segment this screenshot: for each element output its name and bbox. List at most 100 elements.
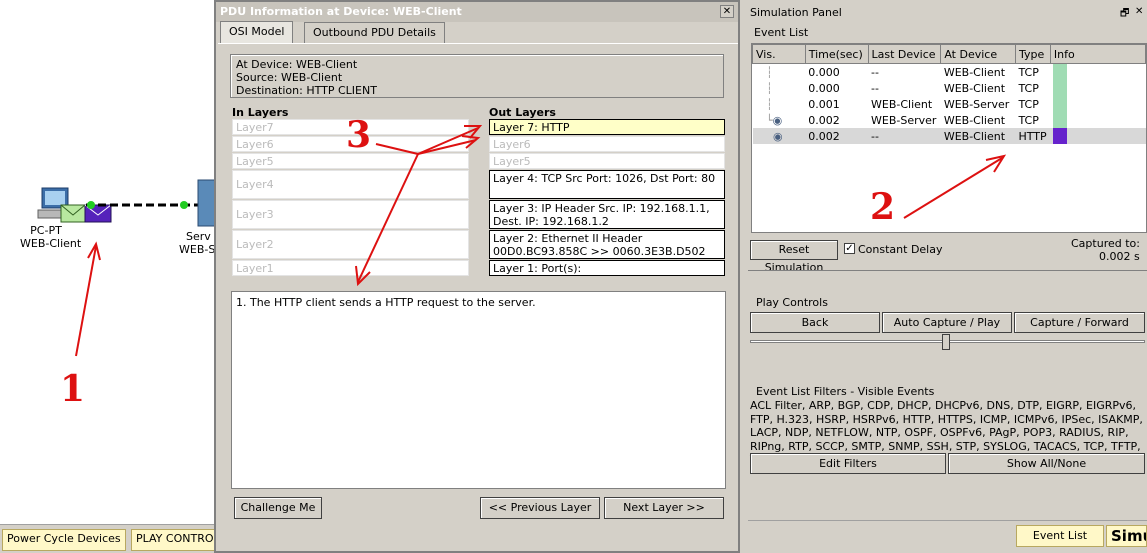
event-list-group-label: Event List (754, 26, 809, 39)
table-row[interactable]: ┆ 0.000 -- WEB-Client TCP (753, 80, 1146, 96)
in-layers-header: In Layers (232, 106, 289, 119)
out-layer-3[interactable]: Layer 3: IP Header Src. IP: 192.168.1.1,… (489, 200, 725, 229)
time-cell: 0.001 (808, 97, 840, 111)
device-info-box: At Device: WEB-Client Source: WEB-Client… (230, 54, 724, 98)
layer-description-box: 1. The HTTP client sends a HTTP request … (231, 291, 726, 489)
auto-capture-play-button[interactable]: Auto Capture / Play (882, 312, 1012, 333)
window-gap (740, 0, 748, 553)
column-header-type[interactable]: Type (1014, 44, 1051, 64)
at-device-cell: WEB-Client (943, 113, 1006, 127)
logical-workspace[interactable]: PC-PT WEB-Client Serv WEB-S 1 (0, 0, 216, 525)
destination-text: Destination: HTTP CLIENT (236, 84, 377, 97)
table-header-row: Vis. Time(sec) Last Device At Device Typ… (752, 44, 1146, 64)
eye-icon[interactable]: ◉ (773, 114, 783, 127)
vis-cell: ┆ (755, 81, 773, 95)
column-header-vis[interactable]: Vis. (752, 44, 806, 64)
column-header-last-device[interactable]: Last Device (867, 44, 942, 64)
annotation-number-2: 2 (870, 186, 896, 228)
power-cycle-devices-button[interactable]: Power Cycle Devices (2, 529, 126, 551)
type-cell: TCP (1018, 81, 1039, 95)
time-cell: 0.002 (808, 113, 840, 127)
info-color-swatch[interactable] (1053, 96, 1068, 112)
out-layer-2[interactable]: Layer 2: Ethernet II Header 00D0.BC93.85… (489, 230, 725, 259)
table-row[interactable]: ┆ 0.000 -- WEB-Client TCP (753, 64, 1146, 80)
close-icon[interactable]: ✕ (720, 5, 734, 18)
server-icon[interactable] (196, 178, 216, 228)
annotation-arrow-2 (903, 154, 1007, 219)
column-header-info[interactable]: Info (1049, 44, 1146, 64)
time-cell: 0.002 (805, 128, 868, 144)
capture-forward-button[interactable]: Capture / Forward (1014, 312, 1145, 333)
info-cell[interactable] (1050, 64, 1145, 80)
server-type-label: Serv (186, 230, 211, 243)
type-cell: TCP (1018, 113, 1039, 127)
type-cell: TCP (1018, 65, 1039, 79)
info-cell[interactable] (1050, 96, 1145, 112)
at-device-cell: WEB-Client (943, 65, 1006, 79)
column-header-time[interactable]: Time(sec) (804, 44, 869, 64)
out-layer-1[interactable]: Layer 1: Port(s): (489, 260, 725, 276)
divider (748, 270, 1147, 271)
simulation-panel-title: Simulation Panel (750, 6, 842, 19)
next-layer-button[interactable]: Next Layer >> (604, 497, 724, 519)
at-device-text: At Device: WEB-Client (236, 58, 358, 71)
captured-to-value: 0.002 s (1099, 250, 1140, 263)
annotation-number-1: 1 (60, 368, 86, 410)
column-header-at-device[interactable]: At Device (940, 44, 1016, 64)
type-cell: HTTP (1015, 128, 1051, 144)
play-control-button[interactable]: PLAY CONTRO (131, 529, 227, 551)
info-cell[interactable] (1050, 112, 1145, 128)
simulation-panel: Simulation Panel 🗗 ✕ Event List Vis. Tim… (748, 0, 1147, 553)
vis-cell: ┆ (755, 97, 773, 111)
vis-cell[interactable]: └◉ (753, 112, 806, 128)
info-color-swatch[interactable] (1053, 112, 1068, 128)
at-device-cell: WEB-Client (943, 81, 1006, 95)
close-icon[interactable]: ✕ (1135, 6, 1143, 17)
at-device-cell: WEB-Server (943, 97, 1010, 111)
event-list-toggle-button[interactable]: Event List (1016, 525, 1104, 547)
table-row[interactable]: └◉ 0.002 WEB-Server WEB-Client TCP (753, 112, 1146, 128)
last-device-cell: -- (871, 65, 879, 79)
layer-description-text: 1. The HTTP client sends a HTTP request … (236, 296, 536, 309)
out-layer-5[interactable]: Layer5 (489, 153, 725, 169)
challenge-me-button[interactable]: Challenge Me (234, 497, 322, 519)
info-color-swatch[interactable] (1053, 128, 1068, 144)
restore-window-icon[interactable]: 🗗 (1120, 6, 1129, 23)
previous-layer-button[interactable]: << Previous Layer (480, 497, 600, 519)
table-row[interactable]: ┆ 0.001 WEB-Client WEB-Server TCP (753, 96, 1146, 112)
time-cell: 0.000 (808, 81, 840, 95)
out-layer-6[interactable]: Layer6 (489, 136, 725, 152)
type-cell: TCP (1018, 97, 1039, 111)
out-layer-4[interactable]: Layer 4: TCP Src Port: 1026, Dst Port: 8… (489, 170, 725, 199)
annotation-arrow-1 (75, 241, 101, 357)
tab-outbound-pdu-details[interactable]: Outbound PDU Details (304, 22, 445, 43)
constant-delay-label: Constant Delay (858, 243, 943, 256)
pdu-window-titlebar[interactable]: PDU Information at Device: WEB-Client (216, 2, 738, 22)
tcp-envelope-icon[interactable] (60, 204, 86, 224)
simulation-mode-button[interactable]: Simu (1106, 525, 1147, 547)
last-device-cell: WEB-Server (871, 113, 937, 127)
info-color-swatch[interactable] (1053, 80, 1068, 96)
vis-cell[interactable]: ◉ (752, 128, 806, 144)
captured-to-label: Captured to: (1071, 237, 1140, 250)
tab-osi-model[interactable]: OSI Model (220, 21, 294, 44)
server-name-label: WEB-S (179, 243, 216, 256)
time-cell: 0.000 (808, 65, 840, 79)
pdu-window-title: PDU Information at Device: WEB-Client (220, 5, 462, 18)
speed-slider-handle[interactable] (942, 334, 950, 350)
show-all-none-button[interactable]: Show All/None (948, 453, 1145, 474)
back-button[interactable]: Back (750, 312, 880, 333)
last-device-cell: WEB-Client (871, 97, 933, 111)
reset-simulation-button[interactable]: Reset Simulation (750, 240, 838, 274)
event-list-filters-label: Event List Filters - Visible Events (756, 385, 935, 398)
event-list-table: Vis. Time(sec) Last Device At Device Typ… (752, 44, 1146, 144)
annotation-number-3: 3 (346, 114, 372, 156)
info-cell[interactable] (1050, 128, 1146, 144)
out-layer-7[interactable]: Layer 7: HTTP (489, 119, 725, 135)
edit-filters-button[interactable]: Edit Filters (750, 453, 946, 474)
info-cell[interactable] (1050, 80, 1145, 96)
constant-delay-checkbox[interactable]: ✓ (844, 243, 855, 254)
eye-icon[interactable]: ◉ (773, 130, 783, 143)
info-color-swatch[interactable] (1053, 64, 1068, 80)
pdu-information-window: PDU Information at Device: WEB-Client ✕ … (214, 0, 740, 553)
